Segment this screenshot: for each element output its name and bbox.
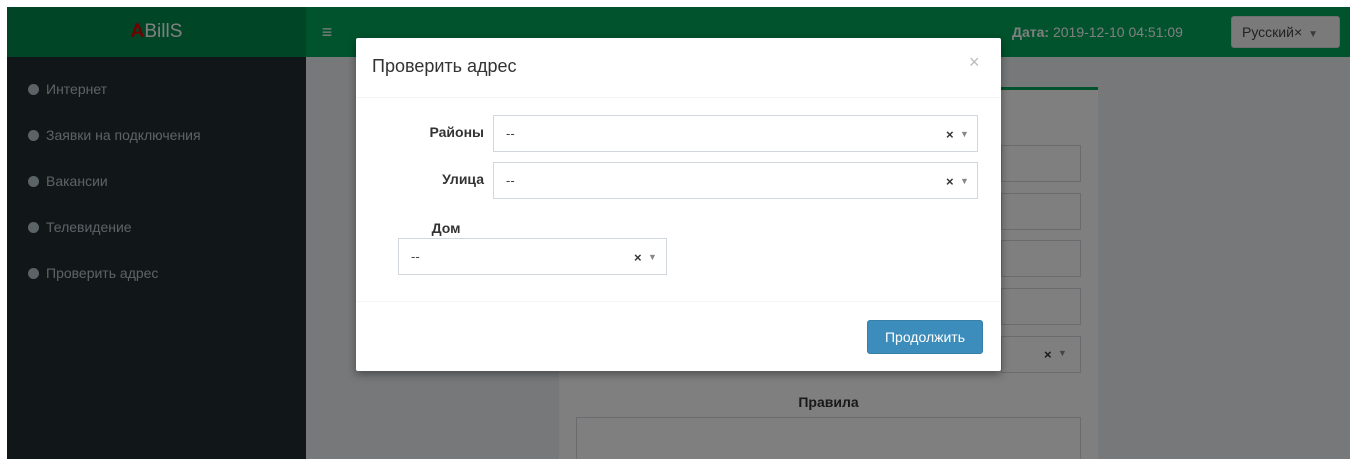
street-label: Улица	[442, 171, 484, 187]
district-label: Районы	[429, 124, 484, 140]
clear-icon[interactable]: ×	[946, 163, 954, 200]
clear-icon[interactable]: ×	[634, 239, 642, 276]
modal-title: Проверить адрес	[372, 56, 517, 76]
district-select[interactable]: -- × ▼	[493, 115, 978, 152]
chevron-down-icon: ▼	[648, 252, 657, 262]
continue-button[interactable]: Продолжить	[867, 320, 983, 354]
close-icon[interactable]: ×	[969, 52, 980, 72]
house-label: Дом	[431, 220, 461, 236]
street-select[interactable]: -- × ▼	[493, 162, 978, 199]
check-address-modal: Проверить адрес × Районы -- × ▼ Улица --…	[356, 38, 1001, 371]
app-frame: ABillS ≡ Дата: 2019-12-10 04:51:09 Русск…	[7, 7, 1350, 459]
street-select-value: --	[506, 173, 515, 188]
modal-footer: Продолжить	[356, 301, 1001, 371]
chevron-down-icon: ▼	[960, 129, 969, 139]
modal-header: Проверить адрес ×	[356, 38, 1001, 98]
chevron-down-icon: ▼	[960, 176, 969, 186]
district-select-value: --	[506, 126, 515, 141]
house-select-value: --	[411, 249, 420, 264]
clear-icon[interactable]: ×	[946, 116, 954, 153]
house-select[interactable]: -- × ▼	[398, 238, 667, 275]
